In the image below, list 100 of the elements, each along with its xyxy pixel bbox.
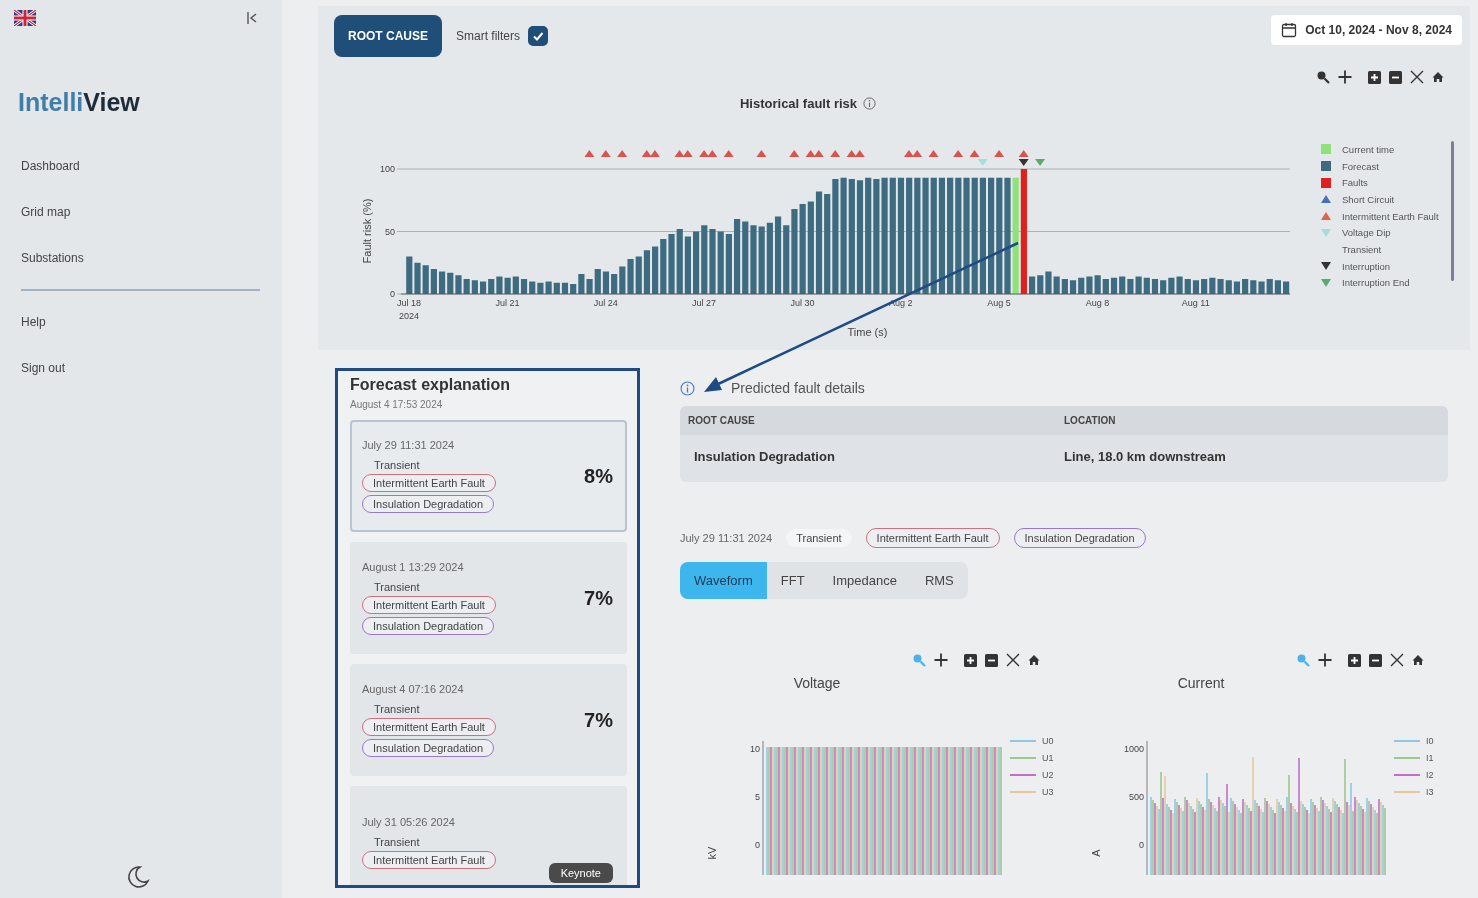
tick-label: 0	[1139, 840, 1144, 850]
tick-label: 500	[1128, 792, 1144, 802]
smart-filters-label: Smart filters	[456, 29, 520, 43]
tag: Intermittent Earth Fault	[865, 528, 1000, 548]
panel-title: Predicted fault details	[731, 380, 865, 396]
pan-icon[interactable]	[1318, 653, 1332, 667]
legend-label[interactable]: I3	[1426, 787, 1434, 797]
card-date: July 29 11:31 2024	[362, 439, 455, 451]
tick-label: 1000	[1123, 744, 1144, 754]
tick-label: 5	[755, 792, 760, 802]
chart-bar	[1283, 281, 1290, 294]
autoscale-icon[interactable]	[1390, 653, 1404, 667]
forecast-card[interactable]: August 1 13:29 2024 Transient Intermittent Earth Fault Insulation Degradation 7%	[350, 542, 627, 654]
legend-label[interactable]: U2	[1042, 770, 1054, 780]
autoscale-icon[interactable]	[1006, 653, 1020, 667]
card-date: July 31 05:26 2024	[362, 815, 455, 828]
tick-label: Jul 21	[495, 298, 520, 308]
legend-label[interactable]: U0	[1042, 736, 1054, 746]
legend-label[interactable]: U3	[1042, 787, 1054, 797]
app-logo: IntelliView	[18, 88, 140, 117]
legend-label[interactable]: Intermittent Earth Fault	[1342, 210, 1439, 222]
nav-item[interactable]: Sign out	[21, 361, 66, 375]
zoom-in-icon[interactable]	[964, 653, 977, 667]
plot-title: Current	[1177, 675, 1225, 691]
info-icon[interactable]	[680, 380, 695, 396]
calendar-icon	[1281, 22, 1298, 38]
tab[interactable]: Waveform	[680, 562, 767, 599]
collapse-icon[interactable]	[246, 11, 258, 25]
legend-label[interactable]: Voltage Dip	[1342, 227, 1391, 239]
probability: 7%	[584, 708, 613, 732]
zoom-out-icon[interactable]	[1389, 70, 1402, 84]
legend-label[interactable]: Interruption	[1342, 260, 1391, 272]
flag-icon[interactable]	[14, 10, 36, 26]
table-cell-text: Insulation Degradation	[694, 449, 836, 464]
tab[interactable]: RMS	[910, 562, 968, 599]
axis-title: A	[1090, 849, 1102, 857]
legend-label[interactable]: U1	[1042, 753, 1054, 763]
nav-item[interactable]: Dashboard	[21, 159, 80, 173]
date-range-button[interactable]: Oct 10, 2024 - Nov 8, 2024	[1271, 15, 1462, 45]
moon-icon[interactable]	[125, 864, 151, 890]
tag: Insulation Degradation	[362, 739, 495, 757]
nav-item[interactable]: Substations	[21, 251, 84, 265]
column-header: LOCATION	[1064, 415, 1117, 426]
probability: 7%	[584, 586, 613, 610]
tag: Intermittent Earth Fault	[362, 718, 496, 736]
column-header: ROOT CAUSE	[688, 415, 756, 426]
tag: Insulation Degradation	[1013, 528, 1146, 548]
tick-label: Jul 24	[593, 298, 618, 308]
legend-label[interactable]: Current time	[1342, 143, 1395, 155]
zoom-icon[interactable]	[1316, 70, 1330, 84]
chart-title: Historical fault risk	[739, 96, 857, 111]
legend-label[interactable]: Forecast	[1342, 160, 1379, 172]
forecast-card[interactable]: July 29 11:31 2024 Transient Intermittent Earth Fault Insulation Degradation 8%	[350, 420, 627, 532]
tick-label: 100	[379, 164, 395, 174]
event-type: Transient	[374, 581, 420, 593]
tab[interactable]: Impedance	[818, 562, 911, 599]
plot-title: Voltage	[793, 675, 841, 691]
tick-label: Aug 5	[987, 298, 1011, 308]
tag: Intermittent Earth Fault	[362, 850, 496, 869]
card-date: August 1 13:29 2024	[362, 561, 464, 573]
legend-label[interactable]: I2	[1426, 770, 1434, 780]
tick-label: 10	[750, 744, 760, 754]
zoom-out-icon[interactable]	[985, 653, 998, 667]
nav-item[interactable]: Grid map	[21, 205, 71, 219]
zoom-in-icon[interactable]	[1368, 70, 1381, 84]
panel-title: Forecast explanation	[350, 376, 512, 394]
panel-subtitle: August 4 17:53 2024	[350, 399, 444, 410]
zoom-out-icon[interactable]	[1369, 653, 1382, 667]
info-icon[interactable]	[863, 97, 876, 110]
forecast-card[interactable]: August 4 07:16 2024 Transient Intermittent Earth Fault Insulation Degradation 7%	[350, 664, 627, 776]
autoscale-icon[interactable]	[1410, 70, 1424, 84]
legend-label[interactable]: I0	[1426, 736, 1434, 746]
zoom-in-icon[interactable]	[1348, 653, 1361, 667]
event-type: Transient	[374, 703, 420, 715]
probability: 8%	[584, 464, 613, 488]
tick-label: Jul 30	[790, 298, 815, 308]
tick-label: Jul 27	[692, 298, 717, 308]
tab[interactable]: FFT	[766, 562, 819, 599]
event-type: Transient	[374, 459, 420, 471]
axis-title: Time (s)	[847, 326, 888, 338]
home-icon[interactable]	[1432, 71, 1444, 83]
tick-label: 0	[755, 840, 760, 850]
tick-label: 50	[385, 226, 395, 237]
legend-label[interactable]: Interruption End	[1342, 277, 1410, 289]
root-cause-button[interactable]: ROOT CAUSE	[334, 15, 442, 57]
card-date: August 4 07:16 2024	[362, 683, 464, 695]
pan-icon[interactable]	[934, 653, 948, 667]
pan-icon[interactable]	[1338, 70, 1352, 84]
legend-label[interactable]: Faults	[1342, 177, 1368, 189]
axis-title: kV	[706, 846, 718, 860]
home-icon[interactable]	[1028, 654, 1040, 666]
table-cell-text: Line, 18.0 km downstream	[1064, 449, 1227, 464]
smart-filters-checkbox[interactable]	[528, 26, 548, 46]
tick-label: Aug 8	[1085, 298, 1110, 308]
nav-item[interactable]: Help	[21, 315, 46, 329]
legend-label[interactable]: I1	[1426, 753, 1434, 763]
tick-label: 2024	[399, 311, 420, 321]
legend-label[interactable]: Short Circuit	[1342, 193, 1395, 205]
home-icon[interactable]	[1412, 654, 1424, 666]
legend-label[interactable]: Transient	[1342, 243, 1382, 255]
